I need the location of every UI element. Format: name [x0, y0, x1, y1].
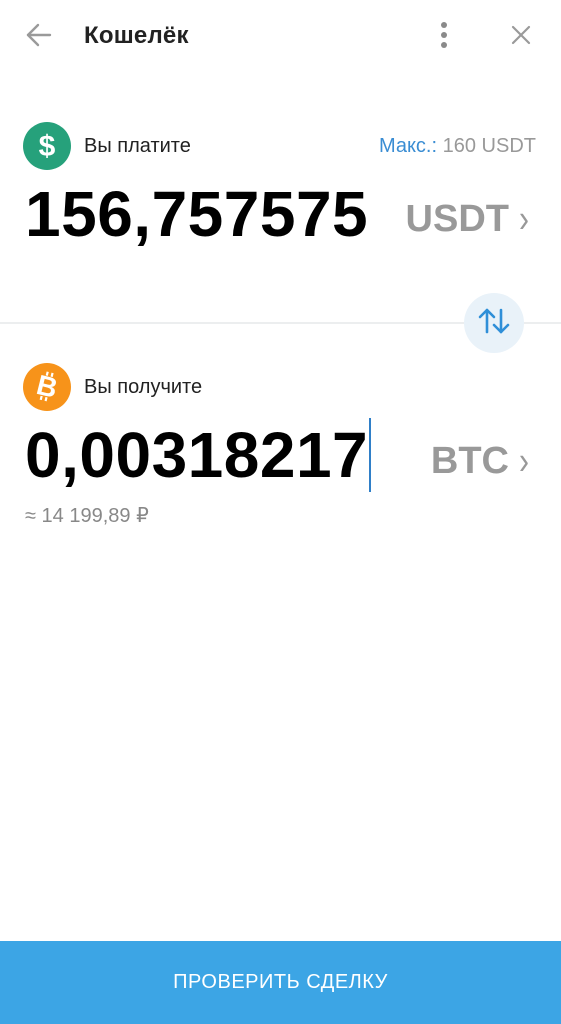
swap-vertical-icon — [477, 306, 511, 341]
more-menu-button[interactable] — [426, 18, 462, 56]
pay-amount-input[interactable]: 156,757575 — [25, 182, 368, 246]
receive-currency-code: BTC — [430, 440, 509, 482]
chevron-right-icon: › — [519, 197, 529, 241]
pay-currency-selector[interactable]: USDT › — [405, 197, 529, 241]
back-button[interactable] — [20, 18, 58, 56]
arrow-left-icon — [25, 21, 53, 54]
svg-text:$: $ — [39, 130, 56, 163]
receive-label: Вы получите — [84, 376, 203, 398]
check-deal-button[interactable]: ПРОВЕРИТЬ СДЕЛКУ — [0, 941, 561, 1024]
receive-currency-selector[interactable]: BTC › — [430, 439, 529, 483]
close-button[interactable] — [502, 18, 540, 56]
receive-amount-input[interactable]: 0,00318217 — [25, 423, 368, 487]
more-vertical-icon — [439, 21, 449, 54]
wallet-exchange-screen: Кошелёк $ Вы платите Макс.: 160 USDT 156… — [0, 0, 561, 1024]
dollar-icon: $ — [23, 122, 71, 170]
swap-button[interactable] — [464, 293, 524, 353]
header: Кошелёк — [0, 0, 561, 76]
chevron-right-icon: › — [519, 439, 529, 483]
approx-rub-value: ≈ 14 199,89 ₽ — [25, 505, 149, 527]
bitcoin-icon: B — [23, 363, 71, 411]
max-value: 160 USDT — [442, 135, 536, 157]
text-cursor — [369, 418, 371, 492]
pay-label: Вы платите — [84, 135, 191, 157]
close-icon — [510, 24, 532, 51]
max-amount-link[interactable]: Макс.: 160 USDT — [379, 135, 536, 158]
max-label: Макс.: — [378, 135, 438, 157]
pay-currency-code: USDT — [405, 198, 509, 240]
page-title: Кошелёк — [84, 22, 189, 49]
